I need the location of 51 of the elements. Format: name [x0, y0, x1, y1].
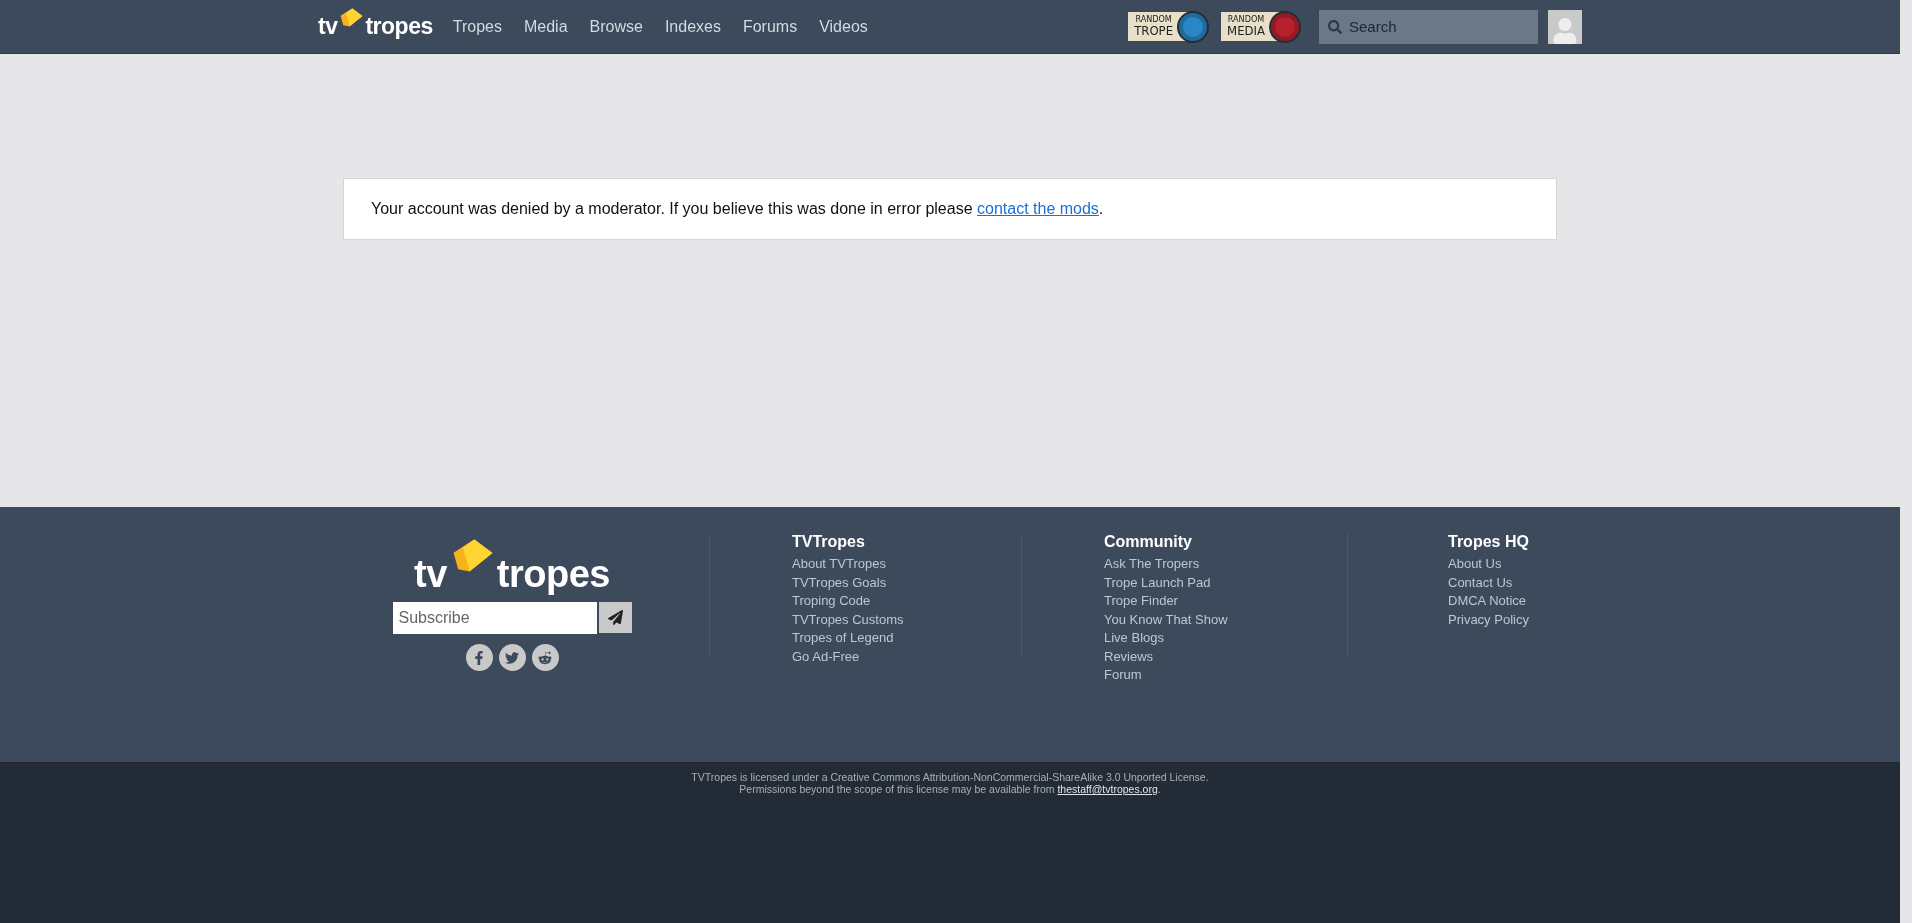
footer-link[interactable]: Privacy Policy	[1448, 610, 1529, 629]
user-avatar-button[interactable]	[1548, 9, 1582, 44]
nav-link[interactable]: Forums	[742, 17, 798, 36]
nav-link[interactable]: Indexes	[664, 17, 721, 36]
footer-link[interactable]: About TVTropes	[792, 555, 886, 574]
nav-link[interactable]: Videos	[819, 17, 868, 36]
reddit-icon	[538, 650, 552, 665]
search-icon	[1328, 19, 1342, 34]
logo-text[interactable]: tv	[414, 553, 447, 596]
footer-link[interactable]: Trope Finder	[1104, 592, 1178, 611]
footer-link[interactable]: Troping Code	[792, 592, 871, 611]
logo-text[interactable]: tropes	[496, 553, 610, 596]
subscribe-field[interactable]: Subscribe	[392, 602, 597, 634]
facebook-icon	[472, 650, 486, 665]
random-button[interactable]: RANDOM MEDIA	[1221, 10, 1301, 43]
contact-link[interactable]: contact the mods	[977, 200, 1099, 217]
nav-link[interactable]: Tropes	[452, 17, 502, 36]
email-link[interactable]: thestaff@tvtropes.org	[1057, 783, 1158, 795]
footer-link[interactable]: Go Ad-Free	[792, 647, 860, 666]
random-button[interactable]: RANDOM TROPE	[1128, 10, 1210, 43]
footer-link[interactable]: DMCA Notice	[1448, 592, 1527, 611]
message-text: Your account was denied by a moderator. If you believe this was done in error please contact the mods.	[371, 200, 1104, 218]
column-heading: Community	[1104, 533, 1193, 551]
column-heading: Tropes HQ	[1448, 533, 1530, 551]
twitter-button[interactable]	[498, 644, 526, 671]
footer-link[interactable]: You Know That Show	[1104, 610, 1228, 629]
logo-text[interactable]: tv	[318, 13, 338, 40]
send-button[interactable]	[598, 602, 632, 633]
user-silhouette-icon	[1552, 17, 1578, 44]
footer-link[interactable]: Trope Launch Pad	[1104, 573, 1211, 592]
footer-link[interactable]: TVTropes Customs	[792, 610, 904, 629]
footer-link[interactable]: Ask The Tropers	[1104, 555, 1200, 574]
logo-text[interactable]: tropes	[365, 13, 433, 40]
column-heading: TVTropes	[792, 533, 866, 551]
twitter-icon	[505, 650, 519, 665]
footer-link[interactable]: Forum	[1104, 666, 1142, 685]
footer-link[interactable]: About Us	[1448, 555, 1502, 574]
license-text: TVTropes is licensed under a Creative Commons Attribution-NonCommercial-ShareAlike 3.0 Unported License.	[691, 771, 1209, 783]
reddit-button[interactable]	[531, 644, 559, 671]
lamp-icon	[338, 7, 365, 28]
license-text: Permissions beyond the scope of this license may be available from thestaff@tvtropes.org.	[739, 783, 1161, 795]
footer-link[interactable]: TVTropes Goals	[792, 573, 887, 592]
footer-link[interactable]: Reviews	[1104, 647, 1154, 666]
paper-plane-icon	[607, 610, 623, 625]
footer-link[interactable]: Live Blogs	[1104, 629, 1164, 648]
footer-link[interactable]: Tropes of Legend	[792, 629, 894, 648]
footer-link[interactable]: Contact Us	[1448, 573, 1513, 592]
nav-link[interactable]: Browse	[589, 17, 643, 36]
search-field[interactable]: Search	[1319, 9, 1538, 44]
facebook-button[interactable]	[465, 644, 493, 671]
nav-link[interactable]: Media	[523, 17, 568, 36]
